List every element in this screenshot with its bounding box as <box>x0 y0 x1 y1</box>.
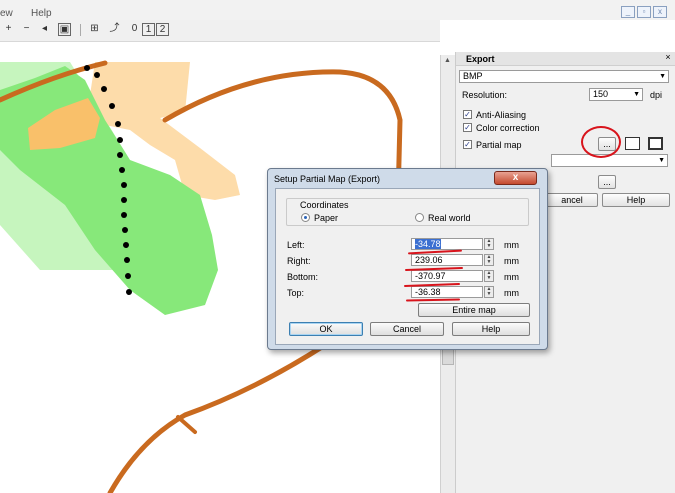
real-world-radio-label: Real world <box>428 213 471 223</box>
help-button[interactable]: Help <box>452 322 530 336</box>
coordinates-group: Coordinates Paper Real world <box>286 198 529 226</box>
chevron-down-icon: ▼ <box>633 91 640 98</box>
toolbar-separator <box>80 24 81 36</box>
dialog-title: Setup Partial Map (Export) <box>274 174 381 184</box>
paper-radio-label: Paper <box>314 213 339 223</box>
format-value: BMP <box>463 71 483 81</box>
bottom-spinner[interactable]: ▲ ▼ <box>484 270 494 282</box>
color-correction-checkbox[interactable]: ✓ <box>463 123 472 132</box>
window-controls: _ ▫ x <box>621 6 667 18</box>
anti-aliasing-label: Anti-Aliasing <box>476 110 527 120</box>
bottom-input[interactable]: -370.97 <box>411 270 483 282</box>
page-frame-icon[interactable] <box>625 137 640 150</box>
paper-radio[interactable] <box>301 213 310 222</box>
browse-button[interactable]: ... <box>598 175 616 189</box>
zoom-previous-icon[interactable]: ◂ <box>38 23 51 36</box>
right-spinner[interactable]: ▲ ▼ <box>484 254 494 266</box>
entire-map-button[interactable]: Entire map <box>418 303 530 317</box>
layer-1-button[interactable]: 1 <box>142 23 155 36</box>
coordinates-legend: Coordinates <box>297 200 352 210</box>
menu-bar: ew Help _ ▫ x <box>0 0 675 20</box>
scroll-up-icon[interactable]: ▲ <box>444 57 451 64</box>
ok-button[interactable]: OK <box>289 322 363 336</box>
left-spinner[interactable]: ▲ ▼ <box>484 238 494 250</box>
zoom-fit-icon[interactable]: ▣ <box>58 23 71 36</box>
menu-item-view[interactable]: ew <box>0 8 13 19</box>
left-input[interactable]: -34.78 <box>411 238 483 250</box>
bottom-unit: mm <box>504 272 519 282</box>
color-correction-label: Color correction <box>476 123 540 133</box>
left-label: Left: <box>287 240 305 250</box>
close-icon[interactable]: × <box>663 53 673 63</box>
top-input[interactable]: -36.38 <box>411 286 483 298</box>
zoom-out-icon[interactable]: − <box>20 23 33 36</box>
export-panel-header: Export × <box>456 52 675 66</box>
layer-2-button[interactable]: 2 <box>156 23 169 36</box>
minimize-button[interactable]: _ <box>621 6 635 18</box>
page-frame-bold-icon[interactable] <box>648 137 663 150</box>
partial-map-checkbox[interactable]: ✓ <box>463 140 472 149</box>
resolution-label: Resolution: <box>462 90 508 100</box>
cancel-button[interactable]: ancel <box>546 193 598 207</box>
resolution-value: 150 <box>593 89 609 99</box>
grid-icon[interactable]: ⊞ <box>88 23 101 36</box>
resolution-unit: dpi <box>650 90 663 100</box>
north-arrow-icon[interactable]: ⤴ <box>108 23 121 36</box>
bottom-label: Bottom: <box>287 272 319 282</box>
partial-map-label: Partial map <box>476 140 522 150</box>
layer-0-button[interactable]: 0 <box>128 23 141 36</box>
anti-aliasing-checkbox[interactable]: ✓ <box>463 110 472 119</box>
right-unit: mm <box>504 256 519 266</box>
dialog-body: Coordinates Paper Real world Left: -34.7… <box>275 188 540 345</box>
export-panel-title: Export <box>466 54 495 64</box>
top-spinner[interactable]: ▲ ▼ <box>484 286 494 298</box>
top-unit: mm <box>504 288 519 298</box>
help-button[interactable]: Help <box>602 193 670 207</box>
real-world-radio[interactable] <box>415 213 424 222</box>
right-label: Right: <box>287 256 311 266</box>
dialog-close-button[interactable]: x <box>494 171 537 185</box>
top-label: Top: <box>287 288 305 298</box>
right-input[interactable]: 239.06 <box>411 254 483 266</box>
format-select[interactable]: BMP ▼ <box>459 70 669 83</box>
zoom-in-icon[interactable]: + <box>2 23 15 36</box>
menu-item-help[interactable]: Help <box>31 8 52 19</box>
setup-partial-map-dialog: Setup Partial Map (Export) x Coordinates… <box>267 168 548 350</box>
chevron-down-icon: ▼ <box>658 157 665 164</box>
toolbar: + − ◂ ▣ ⊞ ⤴ 0 1 2 <box>0 20 440 42</box>
close-window-button[interactable]: x <box>653 6 667 18</box>
annotation-circle <box>581 126 621 158</box>
resolution-select[interactable]: 150 ▼ <box>589 88 643 101</box>
annotation-underline <box>405 298 461 302</box>
cancel-button[interactable]: Cancel <box>370 322 444 336</box>
chevron-down-icon: ▼ <box>659 73 666 80</box>
restore-button[interactable]: ▫ <box>637 6 651 18</box>
left-unit: mm <box>504 240 519 250</box>
